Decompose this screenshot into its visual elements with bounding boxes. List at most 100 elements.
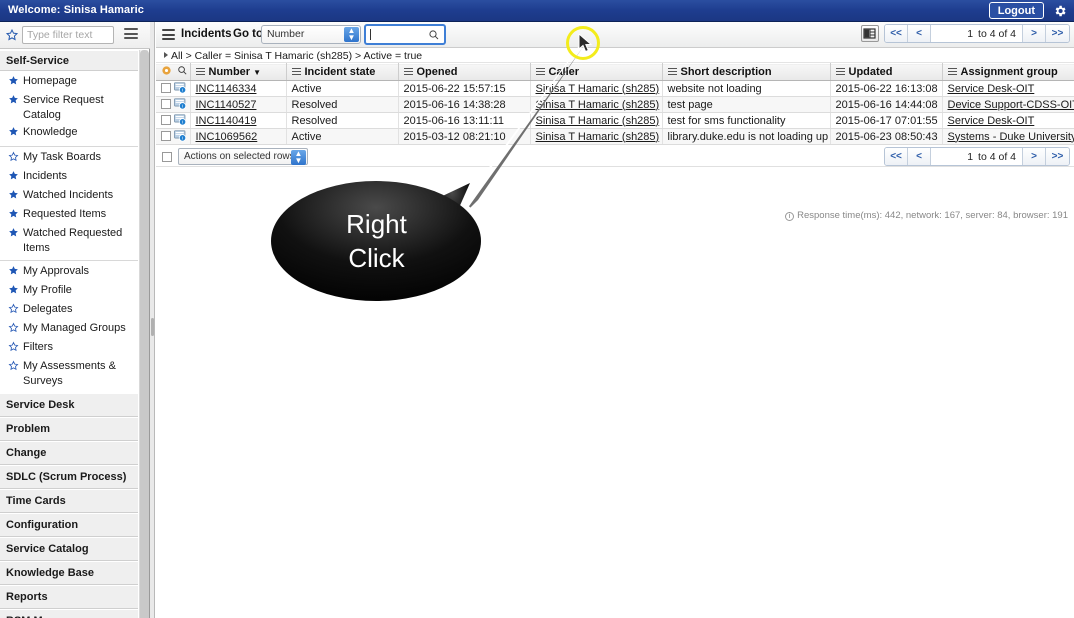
search-input[interactable]: [364, 24, 446, 45]
column-header-number[interactable]: Number ▼: [190, 63, 287, 81]
splitter-grip[interactable]: [151, 318, 154, 336]
star-filled-icon[interactable]: [8, 170, 19, 186]
star-outline-icon[interactable]: [5, 28, 19, 42]
gear-icon[interactable]: [161, 65, 172, 79]
caller-link[interactable]: Sinisa T Hamaric (sh285): [536, 99, 660, 111]
sidebar-module-configuration[interactable]: Configuration: [0, 513, 138, 537]
next-page-button[interactable]: >: [1023, 25, 1046, 42]
triangle-right-icon[interactable]: [164, 52, 168, 58]
table-row[interactable]: i INC1140419 Resolved 2015-06-16 13:11:11 Si…: [156, 112, 1074, 129]
star-outline-icon[interactable]: [8, 341, 19, 357]
sidebar-module-reports[interactable]: Reports: [0, 585, 138, 609]
sidebar-item-watched-requested-items[interactable]: Watched Requested Items: [0, 225, 138, 257]
sidebar-module-service-catalog[interactable]: Service Catalog: [0, 537, 138, 561]
star-outline-icon[interactable]: [8, 322, 19, 338]
page-number-input[interactable]: 1: [937, 27, 974, 40]
sidebar-module-problem[interactable]: Problem: [0, 417, 138, 441]
sidebar-module-service-desk[interactable]: Service Desk: [0, 393, 138, 417]
prev-page-button[interactable]: <: [908, 148, 932, 165]
logout-button[interactable]: Logout: [988, 2, 1044, 19]
sidebar-scrollbar[interactable]: [139, 50, 149, 618]
select-all-checkbox[interactable]: [162, 151, 172, 162]
sidebar-module-sdlc-scrum-process[interactable]: SDLC (Scrum Process): [0, 465, 138, 489]
sidebar-item-incidents[interactable]: Incidents: [0, 168, 138, 187]
star-filled-icon[interactable]: [8, 227, 19, 243]
column-header-incident-state[interactable]: Incident state: [286, 63, 399, 81]
navigator-filter-input[interactable]: [22, 26, 114, 44]
first-page-button[interactable]: <<: [885, 25, 909, 42]
column-menu-icon[interactable]: [195, 68, 205, 75]
cell-number[interactable]: INC1140419: [190, 112, 287, 129]
assignment-group-link[interactable]: Device Support-CDSS-OIT: [948, 99, 1074, 111]
table-row[interactable]: i INC1146334 Active 2015-06-22 15:57:15 Sini…: [156, 80, 1074, 97]
breadcrumb[interactable]: All > Caller = Sinisa T Hamaric (sh285) …: [156, 48, 1074, 63]
sidebar-item-my-assessments-surveys[interactable]: My Assessments & Surveys: [0, 358, 138, 390]
incident-number-link[interactable]: INC1069562: [196, 131, 258, 143]
list-view-icon[interactable]: [861, 25, 880, 42]
column-header-updated[interactable]: Updated: [830, 63, 943, 81]
caller-link[interactable]: Sinisa T Hamaric (sh285): [536, 131, 660, 143]
column-header-caller[interactable]: Caller: [530, 63, 663, 81]
sidebar-item-homepage[interactable]: Homepage: [0, 73, 138, 92]
first-page-button[interactable]: <<: [885, 148, 909, 165]
cell-assignment-group[interactable]: Service Desk-OIT: [942, 112, 1074, 129]
cell-assignment-group[interactable]: Systems - Duke University Libraries: [942, 128, 1074, 145]
goto-field-select[interactable]: Number ▲ ▼: [261, 25, 361, 44]
column-header-opened[interactable]: Opened: [398, 63, 531, 81]
assignment-group-link[interactable]: Service Desk-OIT: [948, 115, 1035, 127]
incident-number-link[interactable]: INC1146334: [196, 83, 257, 95]
cell-caller[interactable]: Sinisa T Hamaric (sh285): [530, 128, 663, 145]
sidebar-item-my-approvals[interactable]: My Approvals: [0, 263, 138, 282]
sidebar-item-my-profile[interactable]: My Profile: [0, 282, 138, 301]
cell-assignment-group[interactable]: Service Desk-OIT: [942, 80, 1074, 97]
sidebar-scroll-thumb[interactable]: [140, 50, 149, 618]
column-menu-icon[interactable]: [667, 68, 677, 75]
incident-number-link[interactable]: INC1140527: [196, 99, 257, 111]
row-checkbox[interactable]: [161, 83, 171, 93]
actions-on-selected-rows-select[interactable]: Actions on selected rows... ▲ ▼: [178, 148, 308, 165]
prev-page-button[interactable]: <: [908, 25, 932, 42]
sidebar-module-time-cards[interactable]: Time Cards: [0, 489, 138, 513]
star-outline-icon[interactable]: [8, 303, 19, 319]
star-filled-icon[interactable]: [8, 126, 19, 142]
cell-number[interactable]: INC1069562: [190, 128, 287, 145]
preview-record-icon[interactable]: i: [174, 82, 187, 94]
cell-caller[interactable]: Sinisa T Hamaric (sh285): [530, 112, 663, 129]
gear-icon[interactable]: [1053, 4, 1067, 18]
column-header-short-description[interactable]: Short description: [662, 63, 831, 81]
sidebar-item-my-task-boards[interactable]: My Task Boards: [0, 149, 138, 168]
sidebar-item-watched-incidents[interactable]: Watched Incidents: [0, 187, 138, 206]
last-page-button[interactable]: >>: [1046, 148, 1069, 165]
last-page-button[interactable]: >>: [1046, 25, 1069, 42]
column-menu-icon[interactable]: [403, 68, 413, 75]
sidebar-item-knowledge[interactable]: Knowledge: [0, 124, 138, 143]
cell-caller[interactable]: Sinisa T Hamaric (sh285): [530, 96, 663, 113]
hamburger-icon[interactable]: [162, 29, 175, 40]
star-filled-icon[interactable]: [8, 94, 19, 110]
sidebar-item-service-request-catalog[interactable]: Service Request Catalog: [0, 92, 138, 124]
star-outline-icon[interactable]: [8, 151, 19, 167]
sidebar-item-requested-items[interactable]: Requested Items: [0, 206, 138, 225]
sidebar-module-bsm-map[interactable]: BSM Map: [0, 609, 138, 618]
preview-record-icon[interactable]: i: [174, 130, 187, 142]
cell-caller[interactable]: Sinisa T Hamaric (sh285): [530, 80, 663, 97]
star-outline-icon[interactable]: [8, 360, 19, 376]
star-filled-icon[interactable]: [8, 189, 19, 205]
column-menu-icon[interactable]: [291, 68, 301, 75]
sidebar-item-my-managed-groups[interactable]: My Managed Groups: [0, 320, 138, 339]
sidebar-module-knowledge-base[interactable]: Knowledge Base: [0, 561, 138, 585]
column-menu-icon[interactable]: [835, 68, 845, 75]
star-filled-icon[interactable]: [8, 284, 19, 300]
row-checkbox[interactable]: [161, 131, 171, 141]
column-menu-icon[interactable]: [535, 68, 545, 75]
hamburger-icon[interactable]: [124, 28, 138, 40]
star-filled-icon[interactable]: [8, 208, 19, 224]
incident-number-link[interactable]: INC1140419: [196, 115, 257, 127]
page-number-input[interactable]: 1: [937, 150, 974, 163]
sidebar-item-filters[interactable]: Filters: [0, 339, 138, 358]
table-row[interactable]: i INC1140527 Resolved 2015-06-16 14:38:28 Si…: [156, 96, 1074, 113]
cell-number[interactable]: INC1140527: [190, 96, 287, 113]
preview-record-icon[interactable]: i: [174, 114, 187, 126]
column-menu-icon[interactable]: [947, 68, 957, 75]
sidebar-item-delegates[interactable]: Delegates: [0, 301, 138, 320]
